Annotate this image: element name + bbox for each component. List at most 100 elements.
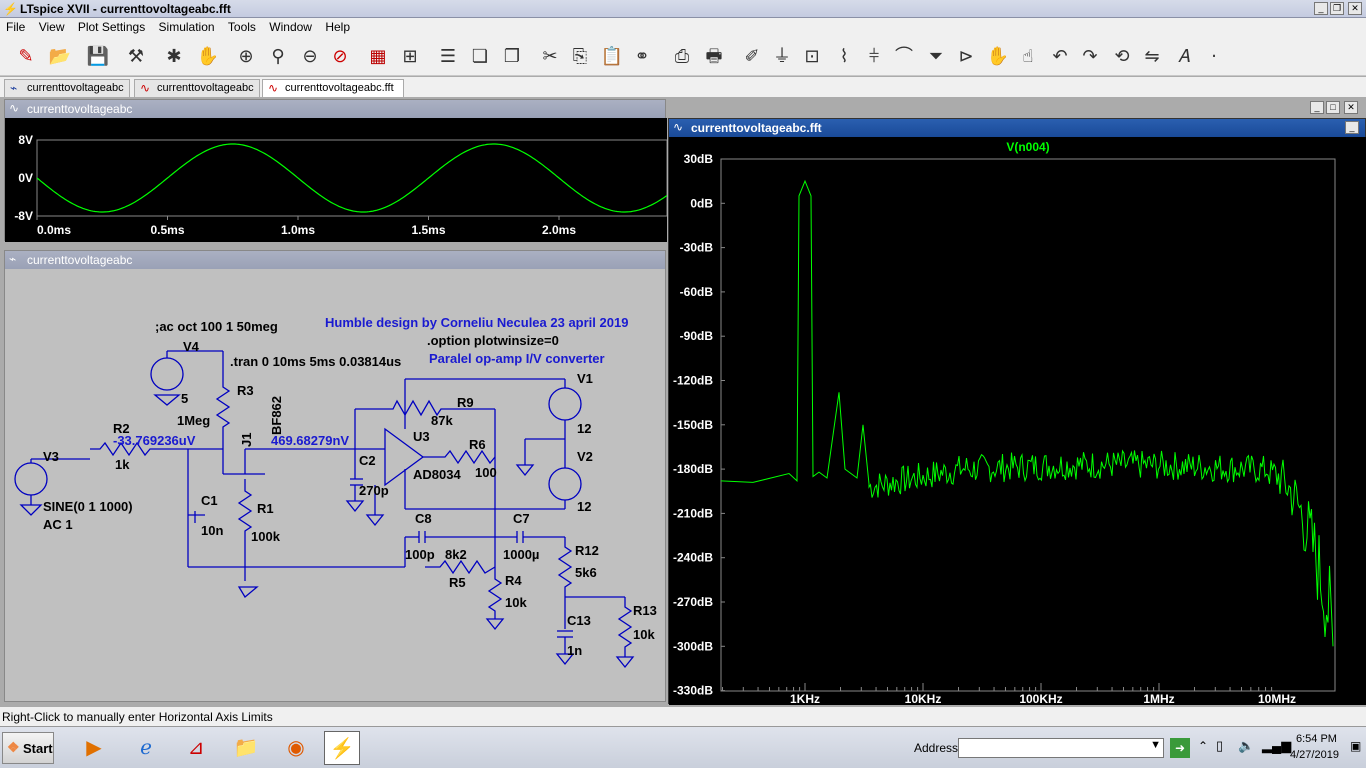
address-input[interactable]: ▼: [958, 738, 1164, 758]
fft-window-titlebar[interactable]: ∿ currenttovoltageabc.fft: [669, 119, 1365, 137]
fft-minimize-button[interactable]: _: [1345, 121, 1359, 134]
zoom-in-icon[interactable]: ⊕: [232, 43, 260, 71]
schematic-canvas[interactable]: ;ac oct 100 1 50meg .tran 0 10ms 5ms 0.0…: [5, 269, 665, 701]
ground-icon[interactable]: ⏚: [768, 43, 796, 71]
signal-icon[interactable]: ▂▄▆: [1262, 738, 1291, 754]
zoom-pan-icon[interactable]: ⚲: [264, 43, 292, 71]
find-icon[interactable]: ⚭: [628, 43, 656, 71]
cascade-icon[interactable]: ❏: [466, 43, 494, 71]
clock-date[interactable]: 4/27/2019: [1290, 749, 1339, 761]
r12-label: R12: [575, 543, 599, 558]
option-directive[interactable]: .option plotwinsize=0: [427, 333, 559, 348]
media-player-icon[interactable]: ▶: [76, 731, 112, 765]
component-icon[interactable]: ⊳: [952, 43, 980, 71]
menu-window[interactable]: Window: [265, 18, 316, 36]
print-icon[interactable]: 🖶: [700, 43, 728, 71]
u3-value: AD8034: [413, 467, 461, 482]
drag-icon[interactable]: ☝: [1014, 43, 1042, 71]
run-icon[interactable]: ✱: [160, 43, 188, 71]
capacitor-icon[interactable]: ⫩: [860, 43, 888, 71]
waveform-window[interactable]: ∿ currenttovoltageabc 8V 0V -8V 0.0ms 0.5ms…: [4, 99, 667, 242]
inductor-icon[interactable]: ⌒: [890, 43, 918, 71]
tab-label: currenttovoltageabc: [27, 82, 124, 94]
ac-directive[interactable]: ;ac oct 100 1 50meg: [155, 319, 278, 334]
v2-label: V2: [577, 449, 593, 464]
copy-icon[interactable]: ⎘: [566, 43, 594, 71]
r4-label: R4: [505, 573, 522, 588]
y-tick-label: 0V: [18, 171, 33, 185]
waveform-window-titlebar[interactable]: ∿ currenttovoltageabc: [5, 100, 665, 118]
tran-directive[interactable]: .tran 0 10ms 5ms 0.03814us: [230, 354, 401, 369]
zoom-fit-icon[interactable]: ⊘: [326, 43, 354, 71]
r3-value: 1Meg: [177, 413, 210, 428]
menu-simulation[interactable]: Simulation: [155, 18, 219, 36]
waveform-plot[interactable]: 8V 0V -8V 0.0ms 0.5ms 1.0ms 1.5ms 2.0ms: [5, 118, 667, 242]
credit-text[interactable]: Humble design by Corneliu Neculea 23 apr…: [325, 315, 628, 330]
resistor-icon[interactable]: ⌇: [830, 43, 858, 71]
start-label: Start: [23, 741, 53, 756]
mirror-icon[interactable]: ⇋: [1138, 43, 1166, 71]
close-button[interactable]: ✕: [1348, 2, 1362, 15]
save-icon[interactable]: 💾: [84, 43, 112, 71]
spice-directive-icon[interactable]: ⋅: [1200, 43, 1228, 71]
diode-icon[interactable]: ⏷: [922, 43, 950, 71]
print-preview-icon[interactable]: ⎙: [668, 43, 696, 71]
r13-value: 10k: [633, 627, 655, 642]
label-net-icon[interactable]: ⊡: [798, 43, 826, 71]
go-button[interactable]: ➜: [1170, 738, 1190, 758]
draw-wire-icon[interactable]: ✐: [738, 43, 766, 71]
fft-plot[interactable]: V(n004) 30dB 0dB -30dB -60dB -90dB -120dB -150…: [669, 137, 1366, 705]
menu-plot-settings[interactable]: Plot Settings: [74, 18, 149, 36]
file-explorer-icon[interactable]: 📁: [228, 731, 264, 765]
restore-button[interactable]: ❐: [1330, 2, 1344, 15]
autorange-icon[interactable]: ▦: [364, 43, 392, 71]
minimize-button[interactable]: _: [1314, 2, 1328, 15]
subtitle-text[interactable]: Paralel op-amp I/V converter: [429, 351, 605, 366]
trace-label[interactable]: V(n004): [1006, 140, 1049, 154]
grid-icon[interactable]: ⊞: [396, 43, 424, 71]
menu-file[interactable]: File: [2, 18, 29, 36]
menu-help[interactable]: Help: [321, 18, 354, 36]
schematic-icon: ⌁: [9, 252, 17, 266]
network-icon[interactable]: ▯: [1216, 738, 1223, 754]
redo-icon[interactable]: ↷: [1076, 43, 1104, 71]
text-icon[interactable]: 𝐴: [1170, 43, 1198, 71]
child-minimize-button[interactable]: _: [1310, 101, 1324, 114]
tile-vertical-icon[interactable]: ❐: [498, 43, 526, 71]
volume-icon[interactable]: 🔈: [1238, 738, 1254, 754]
chevron-up-icon[interactable]: ⌃: [1198, 739, 1208, 753]
start-button[interactable]: ❖ Start: [2, 732, 54, 764]
clock-time[interactable]: 6:54 PM: [1296, 733, 1337, 745]
menu-tools[interactable]: Tools: [224, 18, 260, 36]
rotate-icon[interactable]: ⟲: [1108, 43, 1136, 71]
child-close-button[interactable]: ✕: [1344, 101, 1358, 114]
halt-icon[interactable]: ✋: [194, 43, 222, 71]
tile-horizontal-icon[interactable]: ☰: [434, 43, 462, 71]
action-center-icon[interactable]: ▣: [1350, 739, 1361, 753]
r3-label: R3: [237, 383, 254, 398]
chevron-down-icon[interactable]: ▼: [1150, 739, 1161, 751]
y-tick-label: 30dB: [684, 152, 714, 166]
schematic-window[interactable]: ⌁ currenttovoltageabc ;ac oct 100 1 50me…: [4, 250, 666, 702]
undo-icon[interactable]: ↶: [1046, 43, 1074, 71]
cut-icon[interactable]: ✂: [536, 43, 564, 71]
waveform-icon: ∿: [140, 81, 151, 95]
move-icon[interactable]: ✋: [984, 43, 1012, 71]
schematic-window-titlebar[interactable]: ⌁ currenttovoltageabc: [5, 251, 665, 269]
control-panel-icon[interactable]: ⚒: [122, 43, 150, 71]
menu-view[interactable]: View: [35, 18, 69, 36]
ltspice-taskbar-icon[interactable]: ⚡: [324, 731, 360, 765]
new-schematic-icon[interactable]: ✎: [12, 43, 40, 71]
fft-window[interactable]: ∿ currenttovoltageabc.fft _ V(n004) 30dB…: [668, 118, 1366, 705]
pdf-reader-icon[interactable]: ⊿: [178, 731, 214, 765]
tab-fft[interactable]: ∿ currenttovoltageabc.fft: [262, 79, 404, 97]
tab-waveform[interactable]: ∿ currenttovoltageabc: [134, 79, 260, 97]
child-maximize-button[interactable]: □: [1326, 101, 1340, 114]
firefox-icon[interactable]: ◉: [278, 731, 314, 765]
open-icon[interactable]: 📂: [46, 43, 74, 71]
internet-explorer-icon[interactable]: ℯ: [128, 731, 164, 765]
paste-icon[interactable]: 📋: [598, 43, 626, 71]
tab-schematic[interactable]: ⌁ currenttovoltageabc: [4, 79, 130, 97]
zoom-out-icon[interactable]: ⊖: [296, 43, 324, 71]
y-tick-label: -330dB: [673, 684, 713, 698]
